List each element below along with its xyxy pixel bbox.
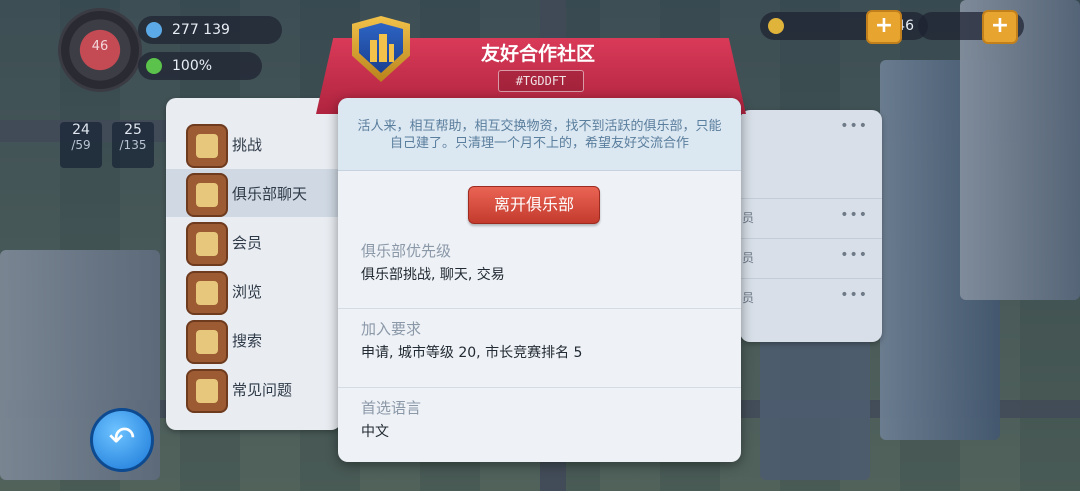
list-item[interactable]: 员 ••• bbox=[740, 278, 882, 317]
members-icon bbox=[186, 222, 228, 266]
happiness-value: 100% bbox=[172, 58, 213, 74]
chest-icon bbox=[186, 124, 228, 168]
club-tag[interactable]: #TGDDFT bbox=[498, 70, 584, 92]
add-simoleons-button[interactable]: + bbox=[866, 10, 902, 44]
leave-club-button[interactable]: 离开俱乐部 bbox=[468, 186, 600, 224]
menu-item-challenge[interactable]: 挑战 bbox=[166, 120, 341, 168]
divider bbox=[338, 308, 741, 309]
back-arrow-icon: ↶ bbox=[108, 419, 136, 457]
club-description: 活人来，相互帮助，相互交换物资，找不到活跃的俱乐部，只能自己建了。只清理一个月不… bbox=[357, 119, 722, 151]
list-item-role: 员 bbox=[742, 291, 755, 305]
menu-item-label: 搜索 bbox=[232, 332, 263, 350]
specialization-capacity[interactable]: 25 /135 bbox=[112, 122, 154, 168]
menu-item-label: 浏览 bbox=[232, 283, 263, 301]
add-simcash-button[interactable]: + bbox=[982, 10, 1018, 44]
menu-item-browse[interactable]: 浏览 bbox=[166, 267, 341, 315]
back-button[interactable]: ↶ bbox=[90, 408, 154, 472]
simoleons-counter[interactable]: 10 346 bbox=[760, 12, 928, 40]
menu-item-label: 俱乐部聊天 bbox=[232, 185, 308, 203]
language-label: 首选语言 bbox=[361, 399, 422, 417]
club-side-menu: 挑战 俱乐部聊天 会员 浏览 搜索 常见问题 bbox=[166, 98, 341, 430]
priority-label: 俱乐部优先级 bbox=[361, 242, 452, 260]
specialization-max: /135 bbox=[119, 138, 147, 152]
chat-bubble-icon bbox=[186, 173, 228, 217]
population-counter[interactable]: 277 139 bbox=[138, 16, 282, 44]
menu-item-label: 挑战 bbox=[232, 136, 263, 154]
list-item[interactable]: ••• bbox=[740, 110, 882, 148]
list-item[interactable]: 员 ••• bbox=[740, 238, 882, 277]
club-info-dialog: 活人来，相互帮助，相互交换物资，找不到活跃的俱乐部，只能自己建了。只清理一个月不… bbox=[338, 98, 741, 462]
club-name: 友好合作社区 bbox=[480, 43, 595, 65]
priority-value: 俱乐部挑战, 聊天, 交易 bbox=[361, 267, 505, 283]
city-level-badge[interactable]: 46 bbox=[58, 8, 142, 92]
menu-item-faq[interactable]: 常见问题 bbox=[166, 365, 341, 413]
storage-capacity[interactable]: 24 /59 bbox=[60, 122, 102, 168]
requirements-label: 加入要求 bbox=[361, 320, 422, 338]
list-item-role: 员 bbox=[742, 211, 755, 225]
list-item[interactable]: 员 ••• bbox=[740, 198, 882, 237]
browse-list-icon bbox=[186, 271, 228, 315]
faq-book-icon bbox=[186, 369, 228, 413]
more-options-icon[interactable]: ••• bbox=[840, 247, 868, 263]
population-icon bbox=[146, 22, 162, 38]
divider bbox=[338, 387, 741, 388]
club-description-box: 活人来，相互帮助，相互交换物资，找不到活跃的俱乐部，只能自己建了。只清理一个月不… bbox=[338, 98, 741, 171]
more-options-icon[interactable]: ••• bbox=[840, 207, 868, 223]
requirements-value: 申请, 城市等级 20, 市长竞赛排名 5 bbox=[361, 345, 583, 361]
menu-item-members[interactable]: 会员 bbox=[166, 218, 341, 266]
smiley-icon bbox=[146, 58, 162, 74]
list-item-role: 员 bbox=[742, 251, 755, 265]
magnifier-icon bbox=[186, 320, 228, 364]
menu-item-club-chat[interactable]: 俱乐部聊天 bbox=[166, 169, 341, 217]
storage-count: 24 bbox=[72, 122, 90, 138]
storage-max: /59 bbox=[71, 138, 91, 152]
population-value: 277 139 bbox=[172, 22, 230, 38]
club-emblem-icon bbox=[352, 16, 410, 82]
member-list-panel: ••• 员 ••• 员 ••• 员 ••• bbox=[740, 110, 882, 342]
city-level-value: 46 bbox=[91, 39, 109, 54]
menu-item-label: 会员 bbox=[232, 234, 263, 252]
menu-item-label: 常见问题 bbox=[232, 381, 293, 399]
more-options-icon[interactable]: ••• bbox=[840, 118, 868, 134]
happiness-counter[interactable]: 100% bbox=[138, 52, 262, 80]
more-options-icon[interactable]: ••• bbox=[840, 287, 868, 303]
coin-icon bbox=[768, 18, 784, 34]
specialization-count: 25 bbox=[124, 122, 142, 138]
menu-item-search[interactable]: 搜索 bbox=[166, 316, 341, 364]
language-value: 中文 bbox=[361, 424, 389, 440]
